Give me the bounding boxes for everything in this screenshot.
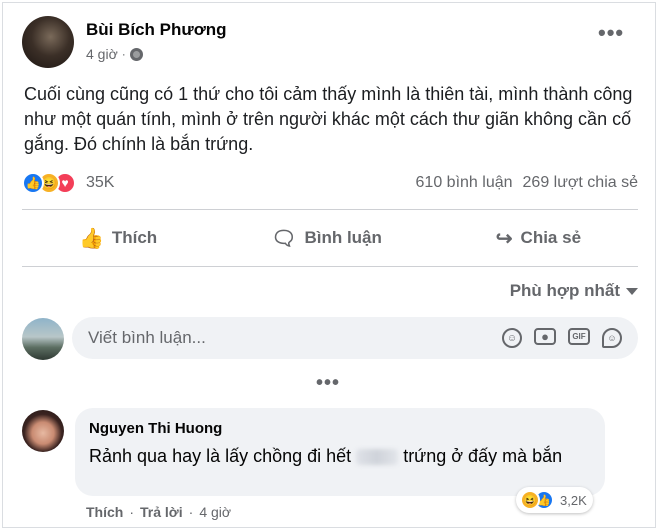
meta-separator: · [188,504,194,520]
comment-input[interactable]: Viết bình luận... ☺ ● GIF ☺ [72,317,638,359]
sort-label: Phù hợp nhất [509,281,620,300]
reaction-summary[interactable]: 👍 😆 ♥ 35K [22,172,114,194]
comment-count-link[interactable]: 610 bình luận [416,174,513,192]
comment-reply-link[interactable]: Trả lời [140,504,183,520]
more-options-icon[interactable]: ••• [598,22,624,44]
camera-icon[interactable]: ● [534,328,556,345]
globe-icon[interactable] [129,47,143,61]
emoji-icon[interactable]: ☺ [502,328,522,348]
share-count-link[interactable]: 269 lượt chia sẻ [523,174,638,192]
share-label: Chia sẻ [520,228,582,247]
like-reaction-icon: 👍 [22,172,44,194]
meta-separator: · [121,47,126,61]
blurred-word [356,449,399,466]
like-label: Thích [111,228,158,247]
post-meta: 4 giờ · [86,46,143,62]
more-comments-icon[interactable]: ••• [316,373,340,393]
caret-down-icon [626,287,638,295]
comment-button[interactable]: 🗨 Bình luận [271,226,382,251]
comment-label: Bình luận [304,228,382,247]
like-button[interactable]: 👍 Thích [79,226,157,251]
comment-time[interactable]: 4 giờ [199,504,231,520]
comment-bubble-icon: 🗨 [271,227,297,250]
divider [22,266,638,267]
comment-sort-dropdown[interactable]: Phù hợp nhất [510,281,638,301]
reaction-count: 35K [86,174,115,191]
comment-placeholder[interactable]: Viết bình luận... [88,328,502,348]
meta-separator: · [129,504,135,520]
current-user-avatar[interactable] [22,318,64,360]
post-text: Cuối cùng cũng có 1 thứ cho tôi cảm thấy… [24,84,633,154]
comment-text-part: Rảnh qua hay là lấy chồng đi hết [89,446,357,466]
haha-reaction-icon: 😆 [520,490,540,510]
comment-like-link[interactable]: Thích [86,504,123,520]
share-button[interactable]: ↪ Chia sẻ [496,226,581,251]
commenter-name[interactable]: Nguyen Thi Huong [89,420,591,437]
post-actions: 👍 Thích 🗨 Bình luận ↪ Chia sẻ [22,212,638,264]
composer-icons: ☺ ● GIF ☺ [502,328,622,348]
commenter-avatar[interactable] [22,410,64,452]
comment-reactions[interactable]: 😆 👍 3,2K [516,487,593,513]
gif-icon[interactable]: GIF [568,328,590,345]
post-author-name[interactable]: Bùi Bích Phương [86,20,227,40]
thumbs-up-icon: 👍 [78,227,104,250]
post-time[interactable]: 4 giờ [86,46,118,62]
sticker-icon[interactable]: ☺ [602,328,622,348]
comment-text: Rảnh qua hay là lấy chồng đi hết trứng ở… [89,443,591,469]
author-avatar[interactable] [22,16,74,68]
comment-bubble: Nguyen Thi Huong Rảnh qua hay là lấy chồ… [75,408,605,496]
share-arrow-icon: ↪ [495,227,513,250]
post-stats: 610 bình luận 269 lượt chia sẻ [416,174,638,192]
comment-text-part: trứng ở đấy mà bắn [398,446,563,466]
divider [22,209,638,210]
comment-reaction-count: 3,2K [560,492,587,508]
comment-meta: Thích · Trả lời · 4 giờ [86,504,231,520]
